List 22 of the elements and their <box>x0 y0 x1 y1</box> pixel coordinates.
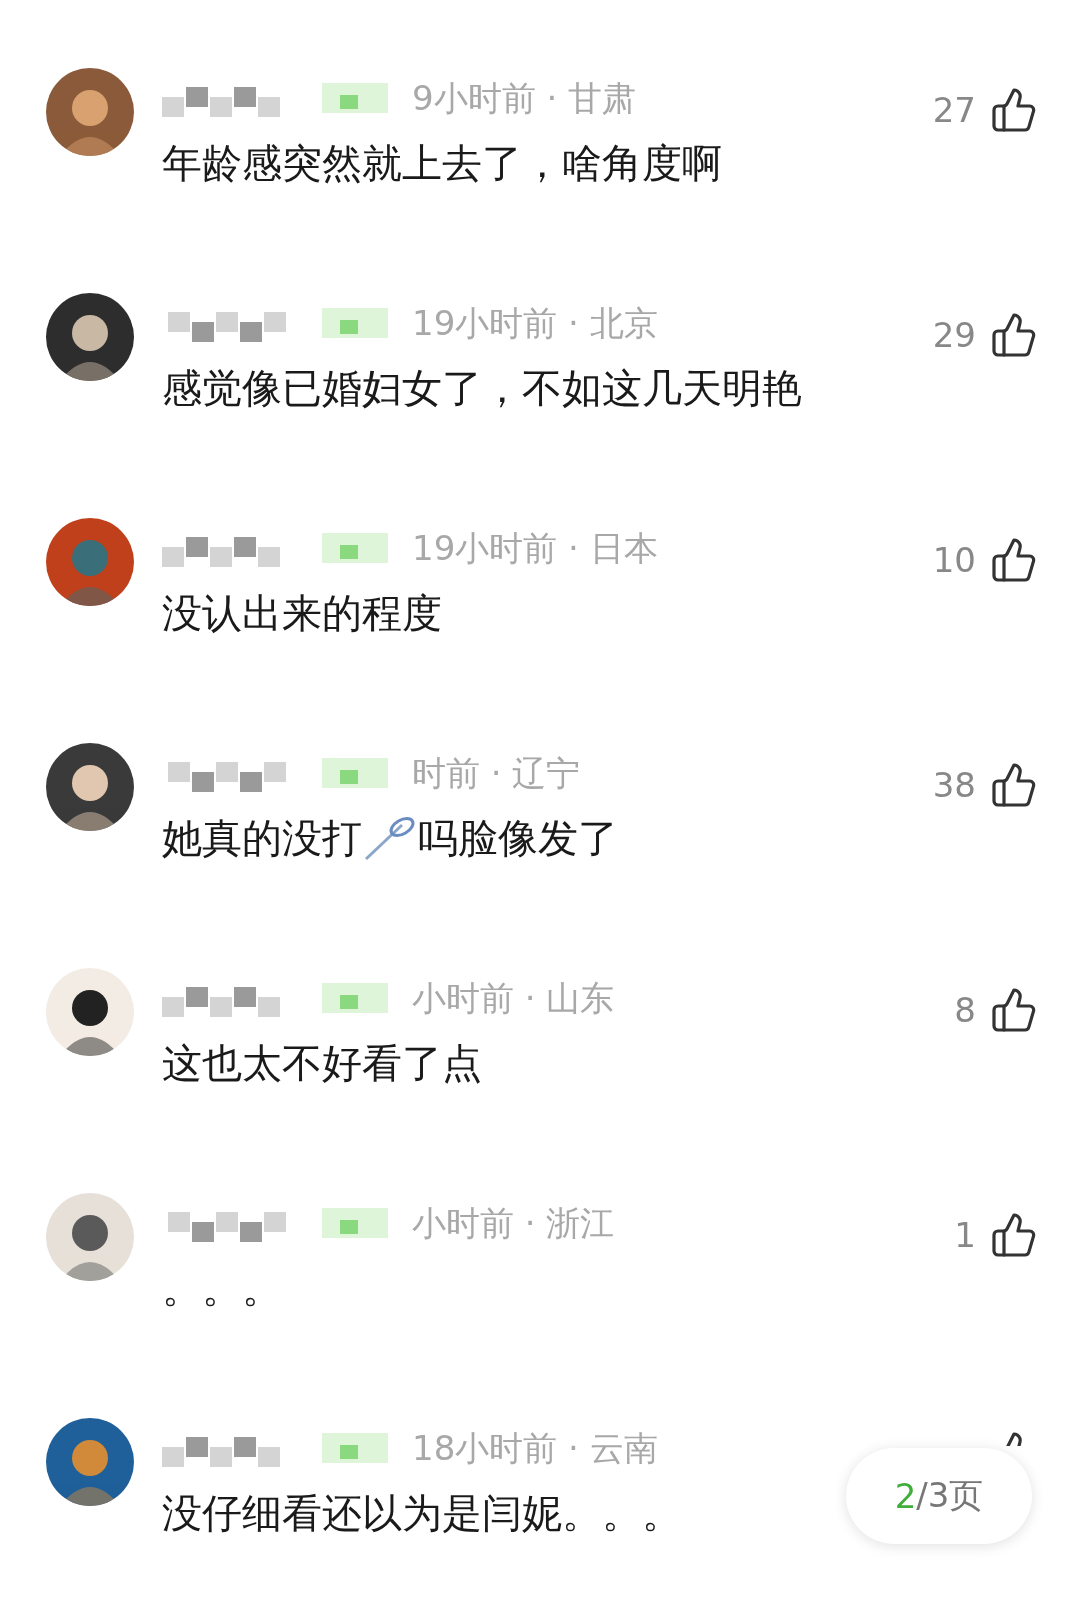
like-count: 10 <box>932 540 976 580</box>
comment-text: 她真的没打 <box>162 814 362 863</box>
like-count: 29 <box>932 315 976 355</box>
comment-meta: 18小时前 · 云南 <box>412 1427 658 1470</box>
like-count: 27 <box>932 90 976 130</box>
comment-text: 吗脸像发了 <box>418 814 618 863</box>
like-count: 1 <box>954 1215 976 1255</box>
comment-text: 。。。 <box>162 1264 282 1313</box>
like-count: 8 <box>954 990 976 1030</box>
comment-text: 这也太不好看了点 <box>162 1039 482 1088</box>
comment-meta: 小时前 · 山东 <box>412 977 615 1020</box>
comment-meta: 19小时前 · 日本 <box>412 527 658 570</box>
comment-text: 年龄感突然就上去了，啥角度啊 <box>162 139 722 188</box>
comment-meta: 19小时前 · 北京 <box>412 302 658 345</box>
comment-meta: 小时前 · 浙江 <box>412 1202 615 1245</box>
comment-meta: 9小时前 · 甘肃 <box>412 77 637 120</box>
comment-meta: 时前 · 辽宁 <box>412 752 581 795</box>
comment-text: 没仔细看还以为是闫妮。。。 <box>162 1489 682 1538</box>
like-count: 38 <box>932 765 976 805</box>
comment-text: 感觉像已婚妇女了，不如这几天明艳 <box>162 364 802 413</box>
comment-text: 没认出来的程度 <box>162 589 442 638</box>
page-indicator[interactable]: 2/3页 <box>846 1448 1032 1544</box>
